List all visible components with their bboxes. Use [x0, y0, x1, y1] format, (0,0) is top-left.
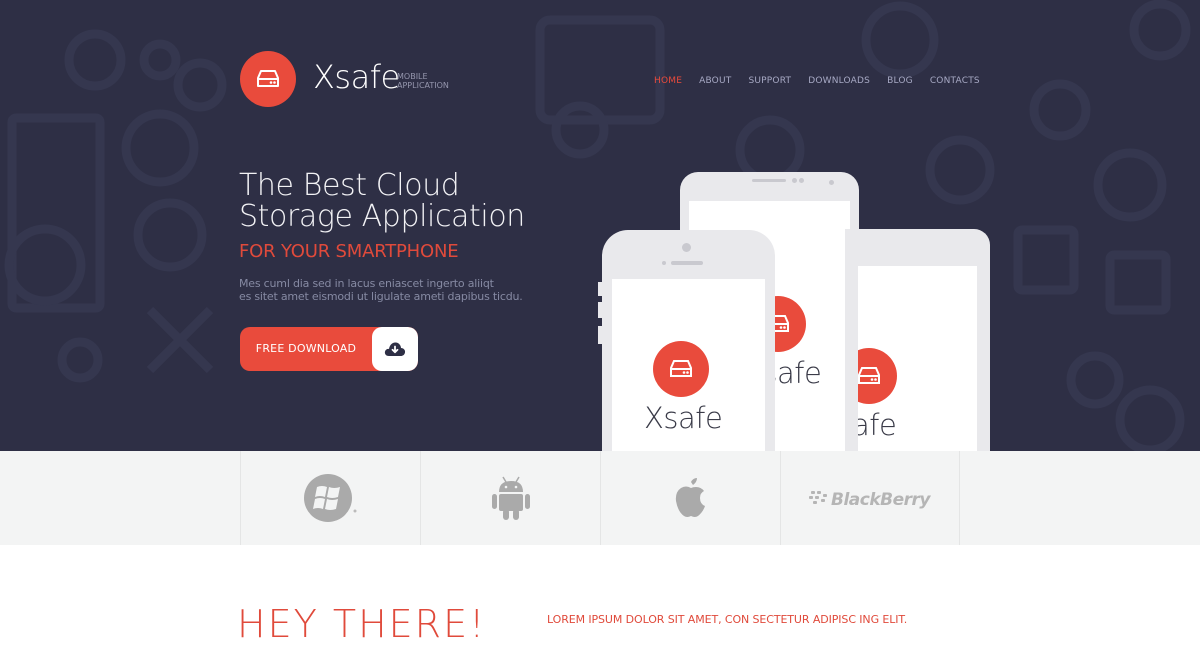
platforms-strip: BlackBerry — [0, 451, 1200, 545]
app-name-partial: afe — [858, 408, 897, 442]
platform-blackberry[interactable]: BlackBerry — [780, 451, 960, 545]
blackberry-wordmark: BlackBerry — [831, 490, 931, 510]
nav-item-home[interactable]: HOME — [654, 76, 682, 86]
nav-item-downloads[interactable]: DOWNLOADS — [808, 76, 870, 86]
hero-section: Xsafe MOBILE APPLICATION HOME ABOUT SUPP… — [0, 0, 1200, 451]
free-download-button[interactable]: FREE DOWNLOAD — [240, 327, 418, 371]
at-sign-pattern-icon — [735, 115, 805, 185]
nav-item-blog[interactable]: BLOG — [887, 76, 913, 86]
app-logo — [858, 348, 897, 404]
brand-tagline: MOBILE APPLICATION — [397, 72, 449, 90]
speaker-grille — [752, 179, 786, 182]
app-logo — [653, 341, 709, 397]
brand-logo[interactable] — [240, 51, 296, 107]
hard-drive-icon — [858, 367, 880, 384]
forbidden-pattern-icon — [1093, 148, 1167, 222]
close-pattern-icon — [146, 306, 214, 374]
disc-pattern-icon — [4, 224, 86, 306]
phone-screen: afe — [858, 266, 977, 451]
android-icon — [491, 476, 530, 520]
heart-pattern-icon — [1029, 79, 1091, 141]
gear-pattern-icon — [1115, 385, 1185, 451]
platform-windows[interactable] — [240, 451, 420, 545]
platform-android[interactable] — [420, 451, 600, 545]
platform-apple[interactable] — [600, 451, 780, 545]
hero-description-line-2: es sitet amet eismodi ut ligulate ameti … — [239, 290, 523, 303]
sensor-dot — [799, 178, 804, 183]
download-pattern-icon — [1013, 225, 1079, 295]
background-pattern — [4, 0, 1191, 451]
windows-icon — [303, 474, 356, 522]
earpiece — [671, 261, 703, 265]
hero-title-line-1: The Best Cloud — [239, 168, 460, 203]
hero-subtitle: FOR YOUR SMARTPHONE — [239, 241, 459, 262]
intro-lead: LOREM IPSUM DOLOR SIT AMET, CON SECTETUR… — [547, 613, 908, 626]
cloud-download-icon — [384, 342, 406, 356]
at-sign-pattern-icon — [64, 29, 126, 91]
gear-pattern-icon — [173, 58, 227, 112]
front-camera — [682, 243, 691, 252]
nav-item-support[interactable]: SUPPORT — [748, 76, 791, 86]
lock-pattern-icon — [551, 101, 609, 159]
phone-screen: Xsafe — [612, 279, 765, 451]
app-name: Xsafe — [644, 401, 723, 435]
phone-mockup-tablet: afe — [845, 229, 990, 451]
camera-dot — [829, 180, 834, 185]
gear-pattern-icon — [139, 39, 181, 81]
gear-pattern-icon — [1066, 351, 1124, 409]
hard-drive-icon — [670, 360, 692, 377]
free-download-label: FREE DOWNLOAD — [255, 342, 357, 355]
frame-pattern-icon — [7, 113, 105, 313]
mic-pattern-icon — [57, 337, 103, 383]
download-icon-box — [372, 327, 418, 371]
phone-mockup-iphone: Xsafe — [602, 230, 775, 451]
blackberry-icon: BlackBerry — [808, 490, 931, 510]
lock-pattern-icon — [121, 109, 199, 187]
hero-description-line-1: Mes cuml dia sed in lacus eniascet inger… — [239, 277, 494, 290]
hero-title: The Best Cloud Storage Application — [239, 170, 525, 232]
platform-divider — [959, 451, 960, 545]
sensor-dot — [662, 261, 666, 265]
nav-item-contacts[interactable]: CONTACTS — [930, 76, 980, 86]
nav-item-about[interactable]: ABOUT — [699, 76, 731, 86]
hero-title-line-2: Storage Application — [239, 199, 525, 234]
hard-drive-icon — [257, 70, 279, 87]
apple-icon — [675, 478, 705, 517]
intro-heading: HEY THERE! — [237, 602, 487, 646]
tagline-line-1: MOBILE — [397, 72, 428, 81]
forbidden-pattern-icon — [133, 198, 207, 272]
forbidden-pattern-icon — [861, 1, 939, 79]
hero-description: Mes cuml dia sed in lacus eniascet inger… — [239, 277, 523, 303]
tablet-pattern-icon — [535, 15, 665, 125]
user-pattern-icon — [925, 135, 995, 205]
checkbox-pattern-icon — [1105, 250, 1171, 315]
tagline-line-2: APPLICATION — [397, 81, 449, 90]
at-sign-pattern-icon — [1129, 0, 1191, 61]
sensor-dot — [792, 178, 797, 183]
brand-name[interactable]: Xsafe — [313, 58, 400, 96]
main-nav: HOME ABOUT SUPPORT DOWNLOADS BLOG CONTAC… — [654, 76, 997, 86]
